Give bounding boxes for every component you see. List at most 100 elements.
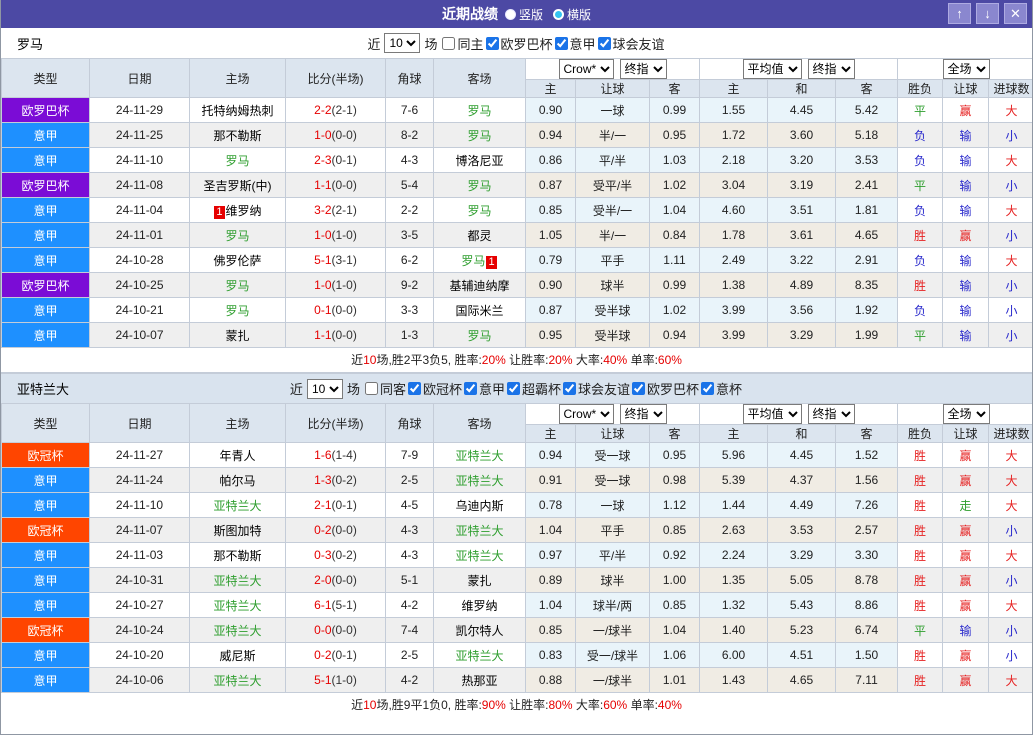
checkbox-input[interactable]	[407, 382, 421, 395]
corner-score: 4-3	[385, 147, 434, 173]
recent-games-select[interactable]: 10	[306, 378, 343, 399]
avg-draw: 4.65	[767, 667, 837, 693]
checkbox-input[interactable]	[463, 382, 477, 395]
full-match-select[interactable]: 全场	[942, 404, 990, 424]
avg-home: 3.99	[699, 297, 769, 323]
full-match-select[interactable]: 全场	[942, 59, 990, 79]
average-select[interactable]: 平均值	[742, 404, 802, 424]
team-link[interactable]: 罗马	[225, 279, 249, 293]
team-link[interactable]: 热那亚	[461, 674, 497, 688]
checkbox-input[interactable]	[485, 36, 499, 50]
filter-checkbox[interactable]: 欧罗巴杯	[485, 34, 553, 53]
team-link[interactable]: 托特纳姆热刺	[201, 104, 273, 118]
team-link[interactable]: 威尼斯	[219, 649, 255, 663]
team-link[interactable]: 圣吉罗斯(中)	[204, 179, 272, 193]
avg-draw: 3.29	[767, 542, 837, 568]
team-link[interactable]: 亚特兰大	[455, 449, 503, 463]
team-link[interactable]: 博洛尼亚	[455, 154, 503, 168]
team-link[interactable]: 维罗纳	[226, 204, 262, 218]
vertical-layout-radio[interactable]: 竖版	[504, 6, 543, 23]
radio-unselected-icon	[553, 8, 564, 20]
filter-checkbox[interactable]: 同客	[364, 379, 406, 398]
filter-checkbox[interactable]: 超霸杯	[506, 379, 561, 398]
team-link[interactable]: 那不勒斯	[213, 129, 261, 143]
team-link[interactable]: 罗马	[467, 179, 491, 193]
team-link[interactable]: 维罗纳	[461, 599, 497, 613]
team-link[interactable]: 亚特兰大	[213, 499, 261, 513]
bookmaker-select-group: Crow* 终指	[524, 58, 701, 80]
close-button[interactable]: ✕	[1004, 3, 1027, 24]
filter-checkbox[interactable]: 欧罗巴杯	[631, 379, 699, 398]
team-link[interactable]: 亚特兰大	[213, 599, 261, 613]
team-link[interactable]: 罗马	[225, 304, 249, 318]
bookmaker-select[interactable]: Crow*	[558, 404, 614, 424]
team-link[interactable]: 那不勒斯	[213, 549, 261, 563]
checkbox-input[interactable]	[632, 382, 646, 395]
result-handicap: 输	[942, 122, 990, 148]
filter-checkbox[interactable]: 同主	[441, 34, 484, 53]
filter-checkbox[interactable]: 球会友谊	[562, 379, 630, 398]
team-link[interactable]: 罗马	[467, 129, 491, 143]
final-index-select[interactable]: 终指	[619, 59, 667, 79]
recent-games-select[interactable]: 10	[384, 33, 421, 53]
col-away: 客场	[433, 58, 526, 98]
filter-checkbox[interactable]: 意甲	[463, 379, 505, 398]
checkbox-input[interactable]	[563, 382, 577, 395]
filter-checkbox[interactable]: 欧冠杯	[407, 379, 462, 398]
odds-home: 0.91	[525, 467, 576, 493]
team-link[interactable]: 亚特兰大	[455, 474, 503, 488]
team-link[interactable]: 年青人	[219, 449, 255, 463]
filter-checkbox[interactable]: 球会友谊	[597, 34, 665, 53]
result-winloss: 平	[897, 322, 944, 348]
result-goals-value: 大	[1005, 598, 1018, 613]
match-row: 欧罗巴杯 24-11-08 圣吉罗斯(中) 1-1(0-0) 5-4 罗马 0.87 受平/半…	[1, 172, 1032, 198]
match-row: 欧罗巴杯 24-10-25 罗马 1-0(1-0) 9-2 基辅迪纳摩 0.90 球半 0.99…	[1, 272, 1032, 298]
checkbox-input[interactable]	[554, 36, 568, 50]
team-link[interactable]: 亚特兰大	[455, 524, 503, 538]
checkbox-input[interactable]	[701, 382, 715, 395]
checkbox-input[interactable]	[364, 382, 378, 395]
team-link[interactable]: 亚特兰大	[455, 649, 503, 663]
team-link[interactable]: 斯图加特	[213, 524, 261, 538]
match-row: 意甲 24-10-28 佛罗伦萨 5-1(3-1) 6-2 罗马 1 0.79 平手 1.11 2.…	[1, 247, 1032, 273]
team-link[interactable]: 佛罗伦萨	[213, 254, 261, 268]
final-index-select-2[interactable]: 终指	[807, 404, 855, 424]
team-link[interactable]: 亚特兰大	[213, 674, 261, 688]
team-link[interactable]: 蒙扎	[225, 329, 249, 343]
league-type-cell: 意甲	[1, 642, 90, 668]
team-link[interactable]: 罗马	[467, 329, 491, 343]
team-link[interactable]: 蒙扎	[467, 574, 491, 588]
score-cell: 6-1(5-1)	[285, 592, 386, 618]
team-link[interactable]: 亚特兰大	[213, 624, 261, 638]
final-index-select[interactable]: 终指	[619, 404, 667, 424]
checkbox-input[interactable]	[442, 36, 456, 50]
bookmaker-select[interactable]: Crow*	[558, 59, 614, 79]
team-link[interactable]: 帕尔马	[219, 474, 255, 488]
team-link[interactable]: 罗马	[461, 254, 485, 268]
team-link[interactable]: 基辅迪纳摩	[449, 279, 509, 293]
team-link[interactable]: 乌迪内斯	[455, 499, 503, 513]
team-link[interactable]: 罗马	[225, 154, 249, 168]
team-link[interactable]: 罗马	[467, 204, 491, 218]
checkbox-input[interactable]	[507, 382, 520, 395]
team-link[interactable]: 都灵	[467, 229, 491, 243]
average-select[interactable]: 平均值	[742, 59, 802, 79]
filter-checkbox[interactable]: 意甲	[554, 34, 596, 53]
team-link[interactable]: 罗马	[467, 104, 491, 118]
scroll-up-button[interactable]: ↑	[948, 3, 971, 24]
horizontal-layout-radio[interactable]: 横版	[553, 6, 591, 23]
scroll-down-button[interactable]: ↓	[976, 3, 999, 24]
team-link[interactable]: 国际米兰	[455, 304, 503, 318]
result-winloss: 胜	[897, 567, 944, 593]
home-team-cell: 佛罗伦萨	[189, 247, 286, 273]
result-goals-value: 大	[1005, 673, 1018, 688]
checkbox-input[interactable]	[597, 36, 611, 50]
final-index-select-2[interactable]: 终指	[807, 59, 855, 79]
filter-checkbox[interactable]: 意杯	[700, 379, 742, 398]
team-link[interactable]: 罗马	[225, 229, 249, 243]
avg-draw: 3.22	[767, 247, 837, 273]
team-link[interactable]: 亚特兰大	[213, 574, 261, 588]
team-link[interactable]: 凯尔特人	[455, 624, 503, 638]
col-avg-away: 客	[835, 424, 899, 443]
team-link[interactable]: 亚特兰大	[455, 549, 503, 563]
